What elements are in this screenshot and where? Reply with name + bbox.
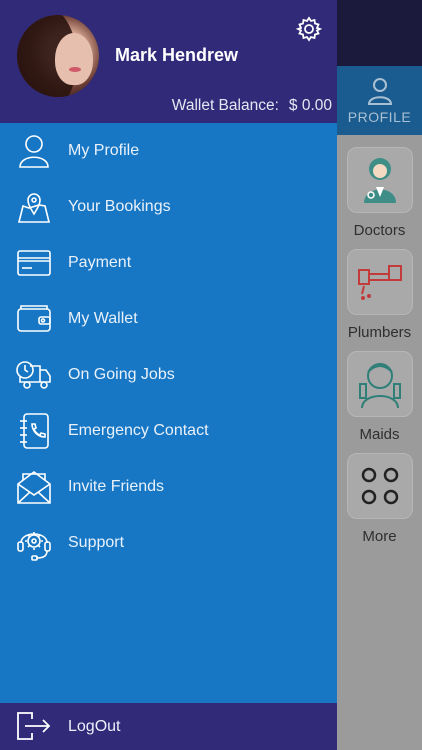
- delivery-truck-icon: [16, 357, 52, 393]
- doctors-label: Doctors: [353, 222, 406, 239]
- maids-tile[interactable]: [347, 351, 413, 417]
- menu-item-my-profile[interactable]: My Profile: [0, 123, 337, 179]
- menu-item-label: My Wallet: [68, 310, 138, 327]
- menu-item-label: Support: [68, 534, 125, 551]
- menu-item-label: Emergency Contact: [68, 422, 209, 439]
- menu-item-emergency-contact[interactable]: Emergency Contact: [0, 403, 337, 459]
- more-grid-icon: [361, 467, 399, 505]
- navigation-drawer: Mark Hendrew Wallet Balance: $ 0.00 My Pr…: [0, 0, 337, 750]
- plumbers-label: Plumbers: [347, 324, 412, 341]
- wallet-balance-label: Wallet Balance:: [171, 97, 279, 114]
- menu-item-label: My Profile: [68, 142, 140, 159]
- menu-item-label: Invite Friends: [68, 478, 165, 495]
- phone-book-icon: [16, 413, 52, 449]
- more-label: More: [362, 528, 397, 545]
- profile-icon: [367, 77, 392, 105]
- plumber-icon: [358, 265, 402, 300]
- maid-icon: [359, 363, 401, 409]
- user-icon: [16, 133, 52, 169]
- support-headset-icon: [16, 525, 52, 561]
- background-top-bar: [337, 0, 422, 66]
- logout-label: LogOut: [68, 718, 121, 735]
- wallet-balance-value: $ 0.00: [288, 97, 332, 114]
- menu-item-on-going-jobs[interactable]: On Going Jobs: [0, 347, 337, 403]
- wallet-balance: Wallet Balance: $ 0.00: [172, 97, 332, 115]
- user-name: Mark Hendrew: [115, 45, 239, 65]
- menu-item-payment[interactable]: Payment: [0, 235, 337, 291]
- map-pin-icon: [16, 189, 52, 225]
- envelope-icon: [16, 469, 52, 505]
- settings-button[interactable]: [295, 16, 323, 42]
- logout-button[interactable]: LogOut: [0, 703, 337, 750]
- doctors-tile[interactable]: [347, 147, 413, 213]
- drawer-header: Mark Hendrew Wallet Balance: $ 0.00: [0, 0, 337, 123]
- profile-tab-label: PROFILE: [347, 108, 412, 125]
- maids-label: Maids: [359, 426, 400, 443]
- doctor-icon: [364, 158, 396, 203]
- menu-item-my-wallet[interactable]: My Wallet: [0, 291, 337, 347]
- background-profile-tab[interactable]: PROFILE: [337, 66, 422, 135]
- menu-item-invite-friends[interactable]: Invite Friends: [0, 459, 337, 515]
- menu-item-label: On Going Jobs: [68, 366, 175, 383]
- credit-card-icon: [16, 245, 52, 281]
- more-tile[interactable]: [347, 453, 413, 519]
- menu-item-your-bookings[interactable]: Your Bookings: [0, 179, 337, 235]
- gear-icon: [295, 16, 323, 42]
- wallet-icon: [16, 301, 52, 337]
- avatar[interactable]: [17, 15, 99, 97]
- menu-item-label: Payment: [68, 254, 132, 271]
- menu-item-support[interactable]: Support: [0, 515, 337, 571]
- logout-icon: [16, 711, 52, 743]
- menu-item-label: Your Bookings: [68, 198, 171, 215]
- drawer-menu: My Profile Your Bookings Payment My Wall…: [0, 123, 337, 571]
- plumbers-tile[interactable]: [347, 249, 413, 315]
